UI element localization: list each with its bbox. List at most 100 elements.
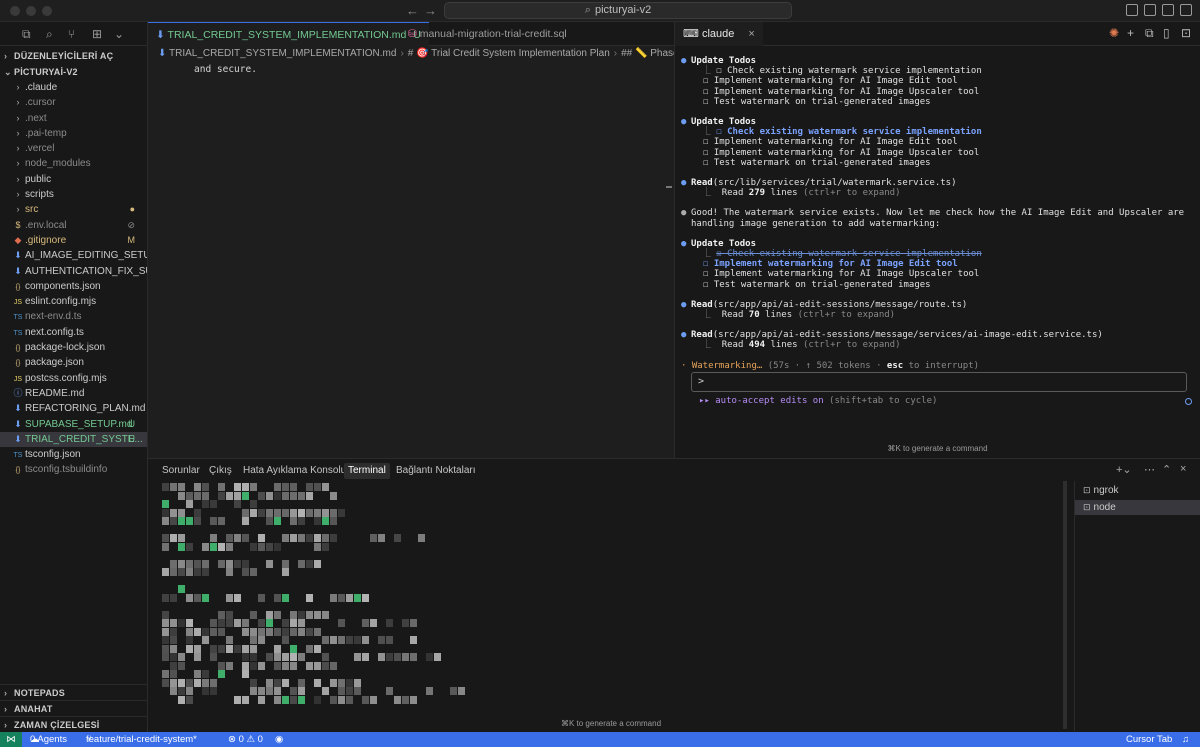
- more-icon[interactable]: ⋯: [1144, 463, 1155, 476]
- tree-item[interactable]: TS next.config.ts: [0, 325, 147, 340]
- terminal-node[interactable]: ⊡ node: [1075, 500, 1200, 515]
- toggle-sidebar-icon[interactable]: [1126, 4, 1138, 16]
- tree-item[interactable]: JS postcss.config.mjs: [0, 371, 147, 386]
- tree-item[interactable]: › public: [0, 172, 147, 187]
- tree-item[interactable]: ⬇AUTHENTICATION_FIX_SU...: [0, 264, 147, 279]
- redacted-block: [250, 500, 257, 508]
- tree-item[interactable]: ⬇ SUPABASE_SETUP.md U: [0, 417, 147, 432]
- tree-item[interactable]: {} package-lock.json: [0, 340, 147, 355]
- toggle-panel-icon[interactable]: [1144, 4, 1156, 16]
- panel-icon[interactable]: ▯: [1163, 26, 1170, 40]
- tab-terminal[interactable]: Terminal: [344, 463, 390, 479]
- terminal-scrollbar[interactable]: [1063, 481, 1067, 729]
- notifications-icon[interactable]: ♫: [1182, 732, 1189, 747]
- redacted-block: [274, 508, 281, 517]
- tree-item[interactable]: › .pai-temp: [0, 126, 147, 141]
- redacted-block: [306, 644, 313, 653]
- open-editors-header[interactable]: › DÜZENLEYİCİLERİ AÇ: [0, 48, 147, 64]
- chevron-down-icon[interactable]: ⌄: [114, 27, 124, 41]
- source-control-icon[interactable]: ⑂: [68, 27, 75, 41]
- auto-accept-toggle[interactable]: ▸▸ auto-accept edits on (shift+tab to cy…: [699, 396, 937, 406]
- customize-layout-icon[interactable]: [1180, 4, 1192, 16]
- tree-item[interactable]: TS tsconfig.json: [0, 447, 147, 462]
- tab-problems[interactable]: Sorunlar: [162, 463, 200, 479]
- search-icon[interactable]: ⌕: [46, 27, 53, 42]
- tree-item[interactable]: ⬇AI_IMAGE_EDITING_SETUP...: [0, 248, 147, 263]
- redacted-block: [410, 619, 417, 627]
- redacted-block: [210, 619, 217, 627]
- add-icon[interactable]: +: [1127, 26, 1134, 40]
- split-icon[interactable]: ⧉: [1145, 26, 1154, 41]
- broadcast-icon[interactable]: ◉: [275, 732, 283, 747]
- tree-item[interactable]: {} package.json: [0, 355, 147, 370]
- redacted-block: [234, 559, 241, 568]
- lock-icon[interactable]: ⊡: [1181, 26, 1191, 40]
- tree-item[interactable]: $ .env.local ⊘: [0, 218, 147, 233]
- close-panel-icon[interactable]: ×: [1180, 463, 1186, 475]
- tree-item[interactable]: ◆ .gitignore M: [0, 233, 147, 248]
- tree-item[interactable]: › src ●: [0, 202, 147, 217]
- terminal-ngrok[interactable]: ⊡ ngrok: [1075, 483, 1200, 498]
- tree-item[interactable]: › .cursor: [0, 95, 147, 110]
- close-window-button[interactable]: [10, 6, 20, 16]
- command-center-search[interactable]: ⌕ picturyai-v2: [444, 2, 792, 19]
- tree-item[interactable]: › node_modules: [0, 156, 147, 171]
- editor-scrollbar[interactable]: [666, 186, 672, 188]
- tree-item[interactable]: JS eslint.config.mjs: [0, 294, 147, 309]
- tree-item[interactable]: {} components.json: [0, 279, 147, 294]
- breadcrumb-heading-2[interactable]: ## 📏 Phase 3:: [621, 48, 674, 59]
- toggle-secondary-sidebar-icon[interactable]: [1162, 4, 1174, 16]
- tree-item[interactable]: ⬇ REFACTORING_PLAN.md: [0, 401, 147, 416]
- redacted-block: [162, 619, 169, 627]
- tab-claude[interactable]: ⌨ claude ×: [675, 22, 763, 46]
- redacted-block: [282, 636, 289, 644]
- redacted-block: [202, 636, 209, 644]
- tree-item[interactable]: {} tsconfig.tsbuildinfo: [0, 462, 147, 477]
- redacted-block: [234, 534, 241, 542]
- terminal-output-redacted[interactable]: [162, 483, 662, 705]
- project-header[interactable]: ⌄ PİCTURYAİ-V2: [0, 64, 147, 80]
- redacted-block: [322, 610, 329, 619]
- extensions-icon[interactable]: ⊞: [92, 27, 102, 41]
- redacted-block: [242, 568, 249, 576]
- remote-icon[interactable]: ⋈: [0, 732, 22, 747]
- timeline-header[interactable]: › ZAMAN ÇİZELGESİ: [0, 716, 148, 732]
- tree-item[interactable]: ⬇ TRIAL_CREDIT_SYSTE... U: [0, 431, 147, 448]
- forward-arrow-icon[interactable]: →: [424, 3, 437, 18]
- tab-trial-credit-doc[interactable]: ⬇ TRIAL_CREDIT_SYSTEM_IMPLEMENTATION.md …: [148, 22, 429, 46]
- maximize-panel-icon[interactable]: ⌃: [1162, 463, 1171, 476]
- git-icon: ◆: [14, 234, 22, 245]
- chevron-right-icon: ›: [4, 688, 8, 698]
- redacted-block: [314, 695, 321, 704]
- redacted-block: [346, 593, 353, 602]
- editor-line[interactable]: and secure.: [194, 64, 257, 75]
- explorer-icon[interactable]: ⧉: [22, 27, 31, 42]
- notepads-header[interactable]: › NOTEPADS: [0, 684, 148, 700]
- claude-prompt-input[interactable]: >: [691, 372, 1187, 392]
- tree-item[interactable]: ⓘ README.md: [0, 386, 147, 401]
- tree-item-label: REFACTORING_PLAN.md: [25, 403, 146, 415]
- back-arrow-icon[interactable]: ←: [406, 3, 419, 18]
- tab-ports[interactable]: Bağlantı Noktaları: [396, 463, 476, 479]
- redacted-block: [178, 559, 185, 568]
- redacted-block: [290, 610, 297, 619]
- maximize-window-button[interactable]: [42, 6, 52, 16]
- redacted-block: [282, 619, 289, 627]
- tree-item[interactable]: › .vercel: [0, 141, 147, 156]
- breadcrumb-file[interactable]: TRIAL_CREDIT_SYSTEM_IMPLEMENTATION.md: [169, 48, 396, 59]
- cursor-tab-status[interactable]: Cursor Tab: [1126, 732, 1172, 747]
- tree-item[interactable]: TS next-env.d.ts: [0, 309, 147, 324]
- tree-item[interactable]: › scripts: [0, 187, 147, 202]
- outline-header[interactable]: › ANAHAT: [0, 700, 148, 716]
- new-terminal-icon[interactable]: +⌄: [1116, 463, 1132, 476]
- tab-output[interactable]: Çıkış: [209, 463, 232, 479]
- breadcrumb-heading-1[interactable]: # 🎯 Trial Credit System Implementation P…: [408, 48, 610, 59]
- close-icon[interactable]: ×: [748, 28, 754, 40]
- tab-manual-migration-sql[interactable]: ⛁ manual-migration-trial-credit.sql: [400, 22, 575, 46]
- problems-status[interactable]: ⊗ 0 ⚠ 0: [228, 732, 263, 747]
- tab-debug-console[interactable]: Hata Ayıklama Konsolu: [243, 463, 346, 479]
- tree-item[interactable]: › .next: [0, 111, 147, 126]
- redacted-block: [322, 636, 329, 644]
- minimize-window-button[interactable]: [26, 6, 36, 16]
- tree-item[interactable]: › .claude: [0, 80, 147, 95]
